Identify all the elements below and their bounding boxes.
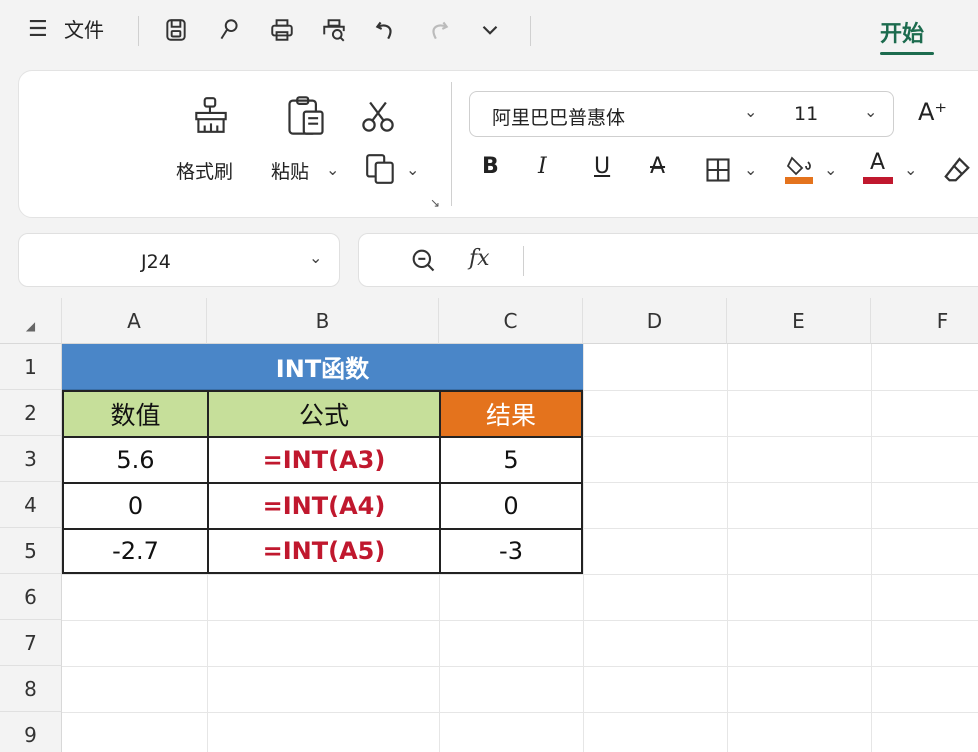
eraser-icon[interactable]: [942, 154, 972, 184]
grow-font-button[interactable]: A⁺: [918, 98, 947, 126]
bold-button[interactable]: B: [482, 154, 499, 179]
chevron-down-icon[interactable]: ⌄: [744, 160, 757, 179]
column-header-c[interactable]: C: [439, 298, 583, 344]
undo-icon[interactable]: [370, 14, 402, 46]
gridline: [871, 344, 872, 752]
chevron-down-icon[interactable]: ⌄: [326, 160, 339, 179]
chevron-down-icon[interactable]: ⌄: [309, 248, 322, 267]
chevron-down-icon[interactable]: ⌄: [864, 102, 877, 121]
font-name-value: 阿里巴巴普惠体: [492, 107, 626, 129]
row-header-2[interactable]: 2: [0, 390, 62, 436]
active-tab-indicator: [880, 52, 934, 55]
brush-icon[interactable]: [213, 14, 245, 46]
table-cell-formula[interactable]: =INT(A4): [207, 482, 439, 528]
gridline: [727, 344, 728, 752]
print-icon[interactable]: [266, 14, 298, 46]
header-cell-result[interactable]: 结果: [439, 390, 583, 436]
table-title-cell[interactable]: INT函数: [62, 344, 583, 390]
table-cell-result[interactable]: 0: [439, 482, 583, 528]
font-color-swatch: [863, 177, 893, 184]
name-box[interactable]: J24 ⌄: [18, 233, 340, 287]
dialog-launcher-icon[interactable]: ↘: [430, 196, 440, 210]
ribbon-divider: [451, 82, 452, 206]
select-all-corner[interactable]: ◢: [0, 298, 62, 344]
print-preview-icon[interactable]: [318, 14, 350, 46]
strikethrough-button[interactable]: A: [650, 154, 665, 179]
borders-icon[interactable]: [704, 156, 732, 184]
paste-icon[interactable]: [284, 94, 328, 138]
format-painter-label[interactable]: 格式刷: [176, 157, 233, 184]
row-header-3[interactable]: 3: [0, 436, 62, 482]
format-painter-icon[interactable]: [190, 94, 232, 136]
column-header-f[interactable]: F: [871, 298, 978, 344]
header-cell-value[interactable]: 数值: [62, 390, 207, 436]
formula-divider: [523, 246, 524, 276]
table-cell-value[interactable]: 5.6: [62, 436, 207, 482]
table-cell-formula[interactable]: =INT(A5): [207, 528, 439, 574]
gridline: [62, 620, 978, 621]
save-icon[interactable]: [160, 14, 192, 46]
spreadsheet-grid[interactable]: ◢ A B C D E F 1 2 3 4 5 6 7 8 9 INT函数 数值…: [0, 298, 978, 752]
cut-icon[interactable]: [360, 98, 396, 134]
function-icon[interactable]: fx: [469, 246, 490, 271]
table-cell-result[interactable]: -3: [439, 528, 583, 574]
chevron-down-icon[interactable]: ⌄: [904, 160, 917, 179]
column-header-a[interactable]: A: [62, 298, 207, 344]
fill-color-icon[interactable]: [784, 152, 814, 186]
row-header-4[interactable]: 4: [0, 482, 62, 528]
row-header-5[interactable]: 5: [0, 528, 62, 574]
row-header-6[interactable]: 6: [0, 574, 62, 620]
font-color-glyph: A: [870, 150, 886, 175]
copy-icon[interactable]: [364, 152, 398, 186]
gridline: [62, 712, 978, 713]
table-cell-formula[interactable]: =INT(A3): [207, 436, 439, 482]
font-color-icon[interactable]: A: [862, 150, 894, 186]
row-header-9[interactable]: 9: [0, 712, 62, 752]
quick-access-toolbar: ☰ 文件 开始: [0, 0, 978, 62]
underline-button[interactable]: U: [594, 154, 610, 179]
header-cell-formula[interactable]: 公式: [207, 390, 439, 436]
chevron-down-icon[interactable]: ⌄: [744, 102, 757, 121]
table-cell-result[interactable]: 5: [439, 436, 583, 482]
table-cell-value[interactable]: -2.7: [62, 528, 207, 574]
formula-bar[interactable]: fx: [358, 233, 978, 287]
cell-reference: J24: [141, 251, 171, 273]
row-header-1[interactable]: 1: [0, 344, 62, 390]
chevron-down-icon[interactable]: ⌄: [824, 160, 837, 179]
font-size-select[interactable]: 11 ⌄: [772, 91, 894, 137]
column-header-e[interactable]: E: [727, 298, 871, 344]
table-cell-value[interactable]: 0: [62, 482, 207, 528]
zoom-lookup-icon[interactable]: [409, 246, 437, 274]
chevron-down-icon[interactable]: [474, 14, 506, 46]
file-menu[interactable]: 文件: [64, 17, 104, 43]
toolbar-divider: [138, 16, 139, 46]
row-header-8[interactable]: 8: [0, 666, 62, 712]
italic-button[interactable]: I: [538, 154, 547, 179]
menu-icon[interactable]: ☰: [28, 18, 48, 42]
tab-start[interactable]: 开始: [880, 16, 924, 48]
redo-icon[interactable]: [422, 14, 454, 46]
font-name-select[interactable]: 阿里巴巴普惠体 ⌄: [469, 91, 773, 137]
row-header-7[interactable]: 7: [0, 620, 62, 666]
font-size-value: 11: [794, 103, 819, 125]
column-header-b[interactable]: B: [207, 298, 439, 344]
toolbar-divider: [530, 16, 531, 46]
gridline: [62, 574, 978, 575]
gridline: [583, 344, 584, 752]
column-header-d[interactable]: D: [583, 298, 727, 344]
chevron-down-icon[interactable]: ⌄: [406, 160, 419, 179]
paste-label[interactable]: 粘贴: [271, 157, 309, 184]
gridline: [62, 666, 978, 667]
